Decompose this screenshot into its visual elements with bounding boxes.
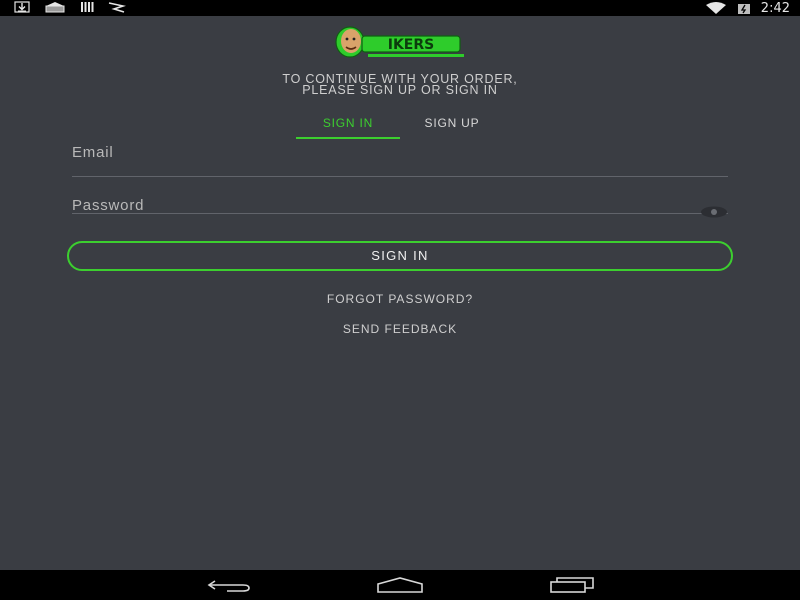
- logo-wordmark: IKERS: [388, 37, 434, 53]
- status-bar: 2:42: [0, 0, 800, 16]
- eye-icon[interactable]: [700, 203, 728, 222]
- status-bar-notifications: [14, 1, 126, 13]
- status-time: 2:42: [760, 0, 790, 16]
- auth-tabs: SIGN IN SIGN UP: [296, 115, 504, 139]
- sign-in-button[interactable]: SIGN IN: [67, 241, 733, 271]
- back-icon[interactable]: [207, 576, 251, 598]
- recents-icon[interactable]: [549, 576, 595, 598]
- navigation-bar: [0, 570, 800, 600]
- send-feedback-link[interactable]: SEND FEEDBACK: [0, 322, 800, 336]
- password-field-container: [72, 195, 728, 218]
- headline-line-2: PLEASE SIGN UP OR SIGN IN: [302, 83, 498, 97]
- flag-icon: [108, 1, 126, 13]
- download-icon: [14, 1, 30, 13]
- tab-sign-in[interactable]: SIGN IN: [296, 115, 400, 139]
- photo-icon: [44, 1, 66, 13]
- wifi-icon: [705, 2, 727, 14]
- status-bar-system: 2:42: [705, 0, 790, 16]
- forgot-password-link[interactable]: FORGOT PASSWORD?: [0, 292, 800, 306]
- tab-sign-up[interactable]: SIGN UP: [400, 115, 504, 137]
- battery-icon: [737, 2, 751, 15]
- email-field[interactable]: [72, 141, 728, 163]
- barcode-icon: [80, 1, 94, 13]
- brand-logo: IKERS: [332, 26, 468, 62]
- email-field-container: [72, 141, 728, 177]
- password-field[interactable]: [72, 196, 728, 215]
- home-icon[interactable]: [376, 576, 424, 598]
